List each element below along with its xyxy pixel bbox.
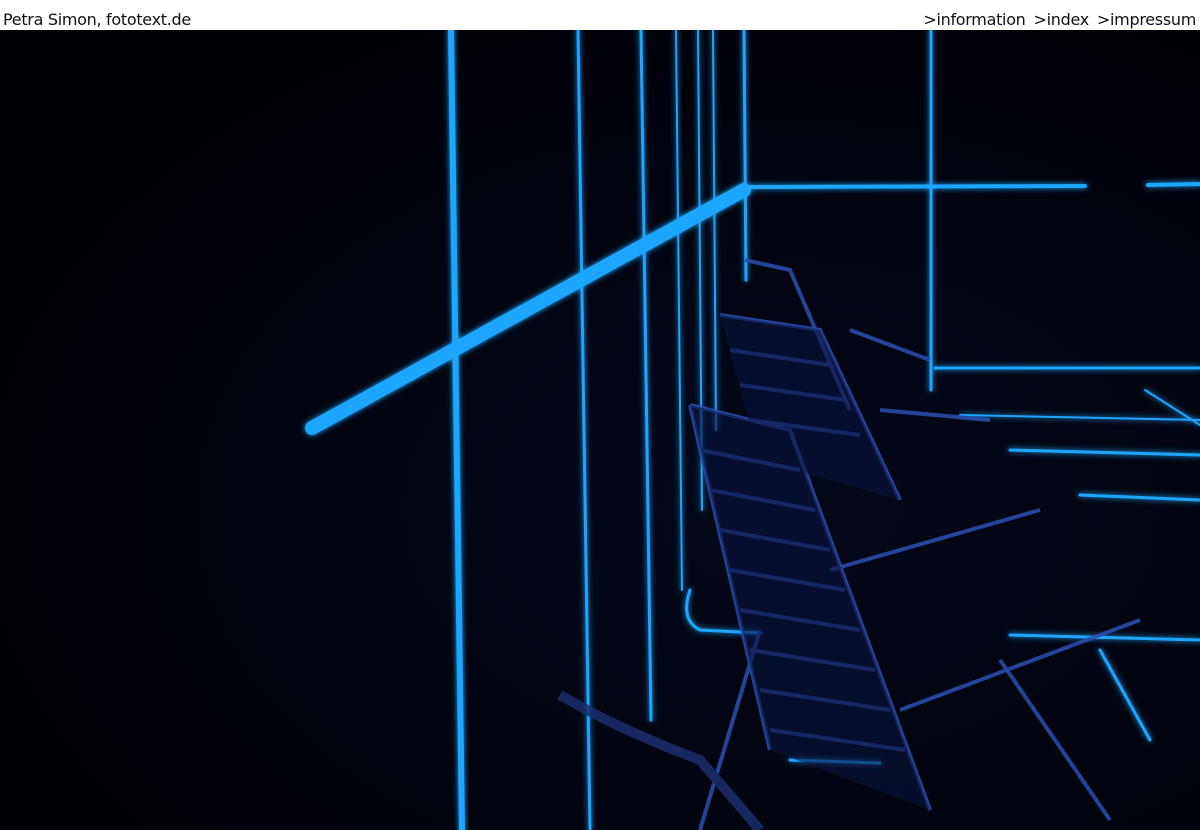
nav-information-link[interactable]: >information (923, 9, 1025, 31)
gallery-photo[interactable] (0, 30, 1200, 830)
photo-artwork (0, 30, 1200, 830)
nav-impressum-link[interactable]: >impressum (1097, 9, 1196, 31)
main-nav: >information >index >impressum (923, 9, 1196, 31)
site-title[interactable]: Petra Simon, fototext.de (3, 9, 191, 31)
header-bar: Petra Simon, fototext.de >information >i… (0, 0, 1200, 30)
nav-index-link[interactable]: >index (1034, 9, 1090, 31)
